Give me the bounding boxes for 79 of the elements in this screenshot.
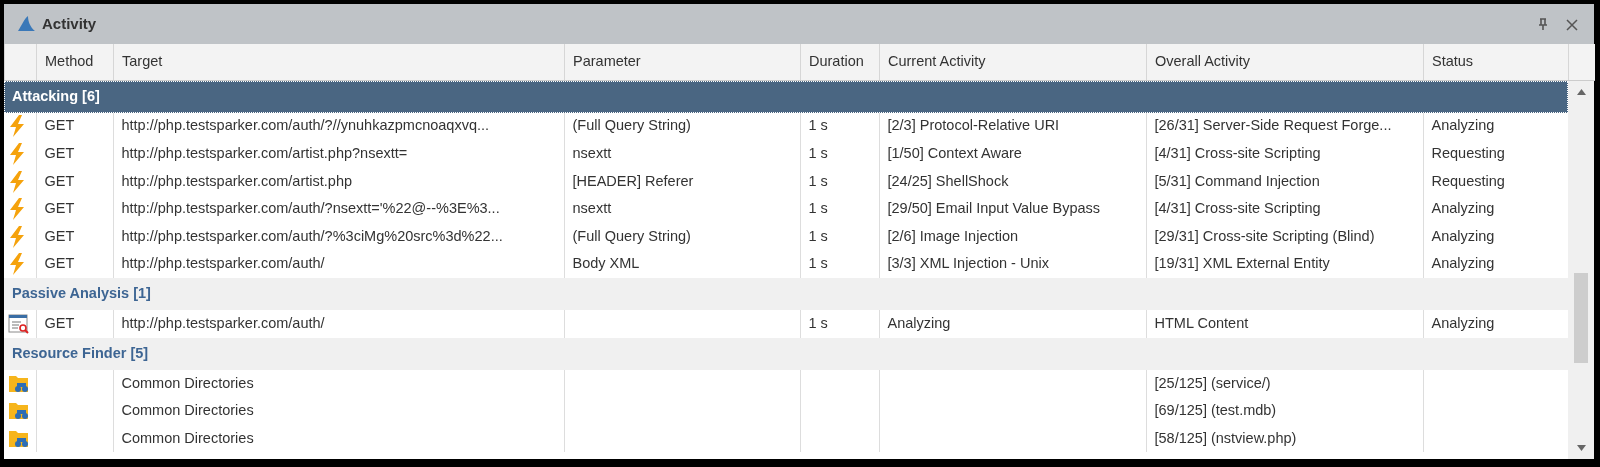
lightning-icon — [8, 170, 26, 193]
activity-cell: [26/31] Server-Side Request Forge... — [1154, 117, 1392, 134]
activity-cell: [3/3] XML Injection - Unix — [887, 255, 1049, 272]
parameter-cell: nsextt — [572, 145, 612, 161]
method-cell: GET — [44, 227, 75, 244]
parameter-cell: (Full Query String) — [572, 227, 691, 244]
activity-cell: [5/31] Command Injection — [1154, 172, 1320, 189]
column-header[interactable]: Method — [36, 44, 114, 80]
method-cell: GET — [44, 200, 75, 217]
group-header[interactable]: Passive Analysis [1] — [12, 285, 151, 302]
lightning-icon — [8, 142, 26, 165]
parameter-cell: [HEADER] Referer — [572, 172, 694, 189]
activity-cell: [69/125] (test.mdb) — [1154, 402, 1277, 419]
target-cell: http://php.testsparker.com/auth/?%3ciMg%20src%3d%22... — [121, 227, 503, 244]
duration-cell: 1 s — [808, 200, 828, 217]
lightning-icon — [8, 225, 26, 248]
status-cell: Analyzing — [1431, 315, 1495, 331]
column-header[interactable]: Parameter — [564, 44, 801, 80]
duration-cell: 1 s — [808, 145, 828, 161]
method-cell: GET — [44, 255, 75, 272]
activity-cell: [4/31] Cross-site Scripting — [1154, 145, 1321, 161]
activity-cell: [2/3] Protocol-Relative URI — [887, 117, 1060, 134]
scroll-down-icon[interactable] — [1576, 445, 1586, 451]
shark-logo-icon — [16, 15, 36, 33]
duration-cell: 1 s — [808, 315, 828, 331]
column-header[interactable]: Duration — [800, 44, 880, 80]
activity-cell: [58/125] (nstview.php) — [1154, 429, 1297, 446]
method-cell: GET — [44, 145, 75, 161]
status-cell: Analyzing — [1431, 255, 1495, 272]
status-cell: Analyzing — [1431, 200, 1495, 217]
column-header[interactable]: Target — [113, 44, 565, 80]
activity-cell: [25/125] (service/) — [1154, 374, 1271, 391]
status-cell: Requesting — [1431, 145, 1505, 161]
pin-icon — [1538, 18, 1548, 32]
parameter-cell: nsextt — [572, 200, 612, 217]
page-search-icon — [8, 314, 30, 335]
target-cell: Common Directories — [121, 402, 254, 419]
window-title: Activity — [42, 13, 97, 34]
status-cell: Requesting — [1431, 172, 1505, 189]
activity-cell: [29/50] Email Input Value Bypass — [887, 200, 1101, 217]
activity-cell: Analyzing — [887, 315, 951, 331]
activity-cell: [1/50] Context Aware — [887, 145, 1022, 161]
column-header[interactable]: Current Activity — [879, 44, 1147, 80]
duration-cell: 1 s — [808, 117, 828, 134]
target-cell: Common Directories — [121, 429, 254, 446]
parameter-cell: Body XML — [572, 255, 640, 272]
activity-cell: [29/31] Cross-site Scripting (Blind) — [1154, 227, 1375, 244]
group-header[interactable]: Resource Finder [5] — [12, 344, 149, 361]
column-header[interactable]: Status — [1423, 44, 1569, 80]
status-cell: Analyzing — [1431, 227, 1495, 244]
target-cell: http://php.testsparker.com/artist.php — [121, 172, 352, 189]
target-cell: http://php.testsparker.com/artist.php?nsextt= — [121, 145, 408, 161]
target-cell: http://php.testsparker.com/auth/ — [121, 255, 325, 272]
duration-cell: 1 s — [808, 227, 828, 244]
target-cell: Common Directories — [121, 374, 254, 391]
lightning-icon — [8, 253, 26, 276]
parameter-cell: (Full Query String) — [572, 117, 691, 134]
activity-cell: [24/25] ShellShock — [887, 172, 1009, 189]
method-cell: GET — [44, 117, 75, 134]
scrollbar[interactable] — [1568, 80, 1594, 459]
method-cell: GET — [44, 172, 75, 189]
target-cell: http://php.testsparker.com/auth/?nsextt='%22@--%3E%3... — [121, 200, 500, 217]
lightning-icon — [8, 198, 26, 221]
activity-cell: [4/31] Cross-site Scripting — [1154, 200, 1321, 217]
duration-cell: 1 s — [808, 255, 828, 272]
scroll-up-icon[interactable] — [1576, 88, 1586, 95]
target-cell: http://php.testsparker.com/auth/ — [121, 315, 325, 331]
scrollbar-thumb[interactable] — [1574, 272, 1588, 363]
lightning-icon — [8, 115, 26, 138]
target-cell: http://php.testsparker.com/auth/?//ynuhkazpmcnoaqxvq... — [121, 117, 490, 134]
method-cell: GET — [44, 315, 75, 331]
column-header[interactable]: Overall Activity — [1146, 44, 1424, 80]
group-header[interactable]: Attacking [6] — [12, 87, 100, 104]
activity-cell: HTML Content — [1154, 315, 1249, 331]
activity-cell: [2/6] Image Injection — [887, 227, 1019, 244]
status-cell: Analyzing — [1431, 117, 1495, 134]
close-icon — [1566, 18, 1578, 31]
activity-cell: [19/31] XML External Entity — [1154, 255, 1330, 272]
duration-cell: 1 s — [808, 172, 828, 189]
